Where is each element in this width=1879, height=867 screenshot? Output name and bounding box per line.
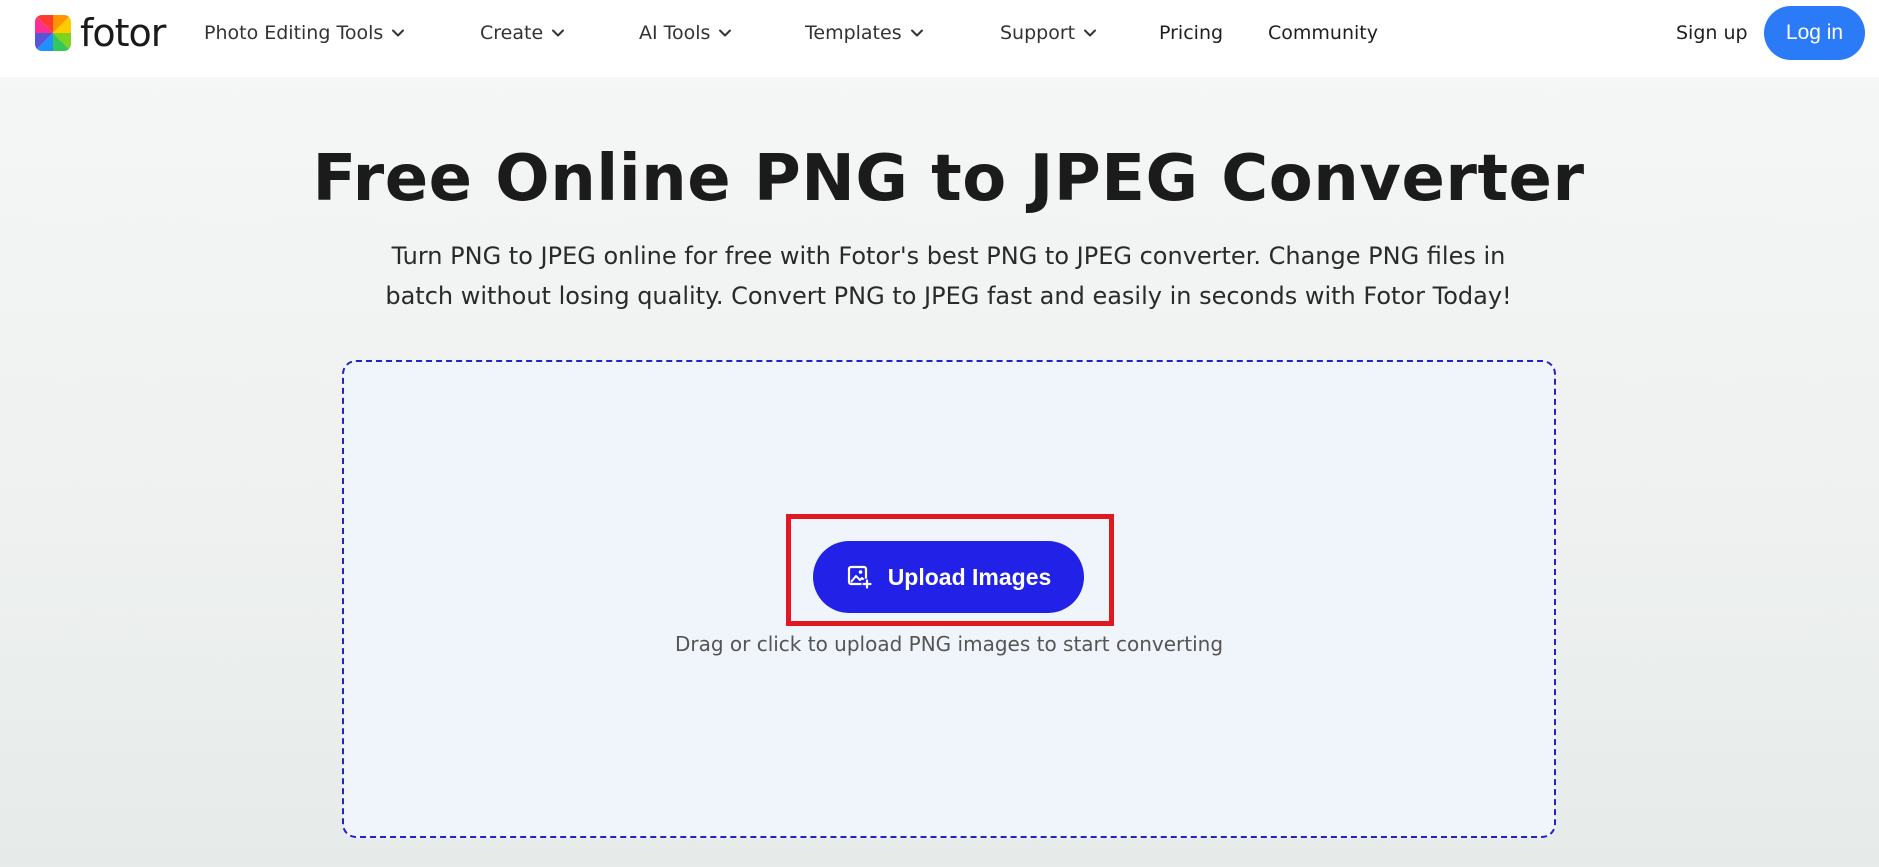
nav-item-label: AI Tools <box>639 22 711 44</box>
upload-images-button[interactable]: Upload Images <box>813 541 1084 613</box>
nav-templates[interactable]: Templates <box>805 20 924 46</box>
chevron-down-icon <box>392 29 405 37</box>
upload-button-label: Upload Images <box>887 563 1052 590</box>
nav-photo-editing-tools[interactable]: Photo Editing Tools <box>204 20 405 46</box>
nav-item-label: Create <box>480 22 544 44</box>
sign-up-link[interactable]: Sign up <box>1676 20 1748 46</box>
nav-item-label: Templates <box>805 22 902 44</box>
brand-name: fotor <box>80 11 166 55</box>
upload-hint: Drag or click to upload PNG images to st… <box>674 632 1224 656</box>
nav-item-label: Pricing <box>1159 22 1224 44</box>
top-navigation: fotor Photo Editing Tools Create AI Tool… <box>0 0 1879 77</box>
chevron-down-icon <box>910 29 923 37</box>
fotor-logo[interactable]: fotor <box>35 11 166 55</box>
nav-community[interactable]: Community <box>1268 20 1378 46</box>
nav-item-label: Support <box>1000 22 1076 44</box>
nav-ai-tools[interactable]: AI Tools <box>639 20 732 46</box>
nav-item-label: Community <box>1268 22 1378 44</box>
log-in-button[interactable]: Log in <box>1764 6 1865 60</box>
nav-pricing[interactable]: Pricing <box>1159 20 1223 46</box>
page-subtitle: Turn PNG to JPEG online for free with Fo… <box>340 236 1557 316</box>
chevron-down-icon <box>719 29 732 37</box>
fotor-logo-icon <box>35 15 71 51</box>
nav-support[interactable]: Support <box>1000 20 1097 46</box>
nav-item-label: Photo Editing Tools <box>204 22 384 44</box>
chevron-down-icon <box>552 29 565 37</box>
chevron-down-icon <box>1084 29 1097 37</box>
nav-create[interactable]: Create <box>480 20 565 46</box>
subtitle-line-2: batch without losing quality. Convert PN… <box>385 282 1512 310</box>
page-title: Free Online PNG to JPEG Converter <box>312 142 1585 216</box>
subtitle-line-1: Turn PNG to JPEG online for free with Fo… <box>391 242 1506 270</box>
image-add-icon <box>847 565 873 590</box>
